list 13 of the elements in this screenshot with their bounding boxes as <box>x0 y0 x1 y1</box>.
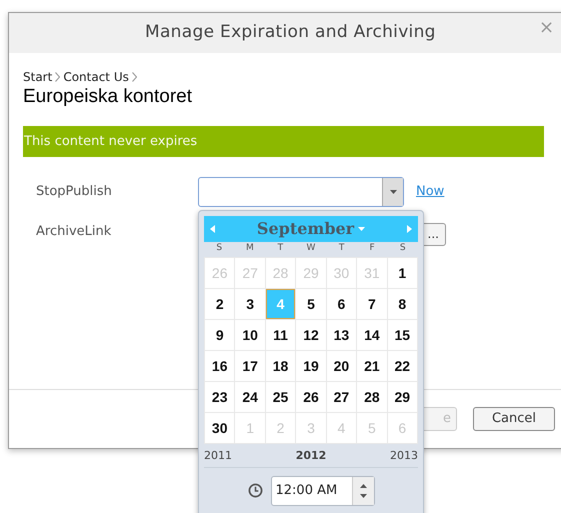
page-heading: Europeiska kontoret <box>23 85 193 109</box>
weekday-label: W <box>306 242 316 256</box>
weekday-label: T <box>338 242 346 256</box>
notice-banner: This content never expires <box>23 126 544 157</box>
field-label: StopPublish <box>35 183 113 202</box>
field-label: ArchiveLink <box>35 223 112 242</box>
weekday-label: F <box>368 242 376 256</box>
weekday-label: S <box>215 242 224 256</box>
weekday-label: T <box>276 242 284 256</box>
current-year: 2012 <box>296 448 326 464</box>
weekday-label: S <box>398 242 407 256</box>
weekday-label: M <box>244 242 255 256</box>
dialog-title: Manage Expiration and Archiving <box>145 21 436 44</box>
